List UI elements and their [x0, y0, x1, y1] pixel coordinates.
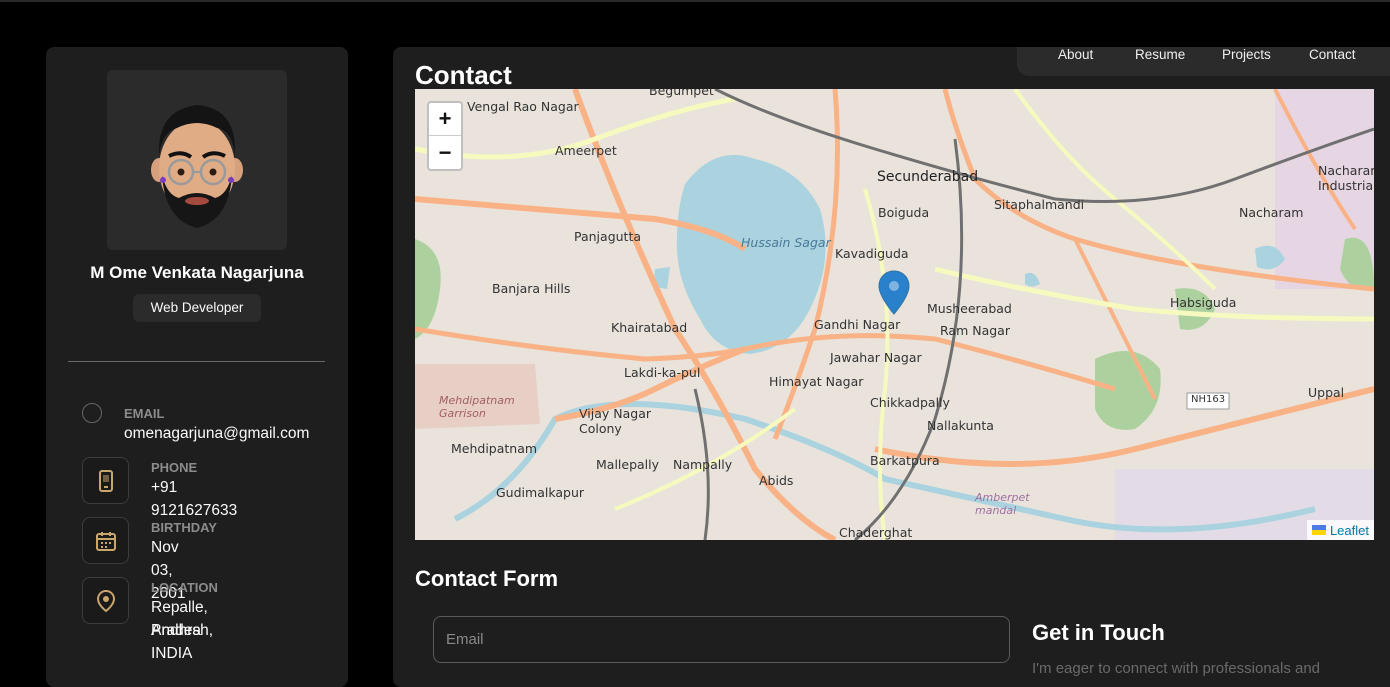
ukraine-flag-icon — [1311, 525, 1326, 535]
role-badge: Web Developer — [133, 294, 261, 322]
profile-name: M Ome Venkata Nagarjuna — [90, 263, 304, 282]
window-top-border — [0, 0, 1390, 2]
top-navbar: About Resume Projects Contact — [1017, 47, 1390, 76]
nav-contact[interactable]: Contact — [1309, 47, 1356, 62]
profile-sidebar: M Ome Venkata Nagarjuna Web Developer Em… — [46, 47, 348, 687]
nav-about[interactable]: About — [1058, 47, 1093, 62]
circle-icon — [82, 403, 102, 423]
email-field[interactable] — [433, 616, 1010, 663]
zoom-out-button[interactable]: − — [429, 136, 461, 169]
phone-label: Phone — [151, 460, 198, 475]
zoom-in-button[interactable]: + — [429, 103, 461, 136]
phone-value[interactable]: +91 9121627633 — [151, 476, 237, 522]
map-zoom-control: + − — [427, 101, 463, 171]
phone-icon — [82, 457, 129, 504]
map-attribution: Leaflet — [1306, 520, 1374, 540]
avatar — [107, 70, 287, 250]
leaflet-link[interactable]: Leaflet — [1330, 523, 1369, 538]
email-label: Email — [124, 406, 165, 421]
birthday-label: Birthday — [151, 520, 217, 535]
email-value[interactable]: omenagarjuna@gmail.com — [124, 422, 309, 445]
location-value-line2: Pradesh, INDIA — [151, 622, 214, 662]
map-view[interactable]: Vengal Rao Nagar Begumpet Ameerpet Secun… — [415, 89, 1374, 540]
main-content: About Resume Projects Contact Contact Ve… — [393, 47, 1390, 687]
get-in-touch-title: Get in Touch — [1032, 620, 1165, 645]
nav-resume[interactable]: Resume — [1135, 47, 1185, 62]
calendar-icon — [82, 517, 129, 564]
sidebar-divider — [68, 361, 325, 362]
nav-projects[interactable]: Projects — [1222, 47, 1271, 62]
page-title: Contact — [415, 60, 512, 90]
get-in-touch-text: I'm eager to connect with professionals … — [1032, 660, 1321, 677]
location-pin-icon — [82, 577, 129, 624]
map-tiles[interactable] — [415, 89, 1374, 540]
location-label: Location — [151, 580, 218, 595]
memoji-avatar-icon — [107, 70, 287, 250]
contact-form-title: Contact Form — [415, 566, 558, 591]
